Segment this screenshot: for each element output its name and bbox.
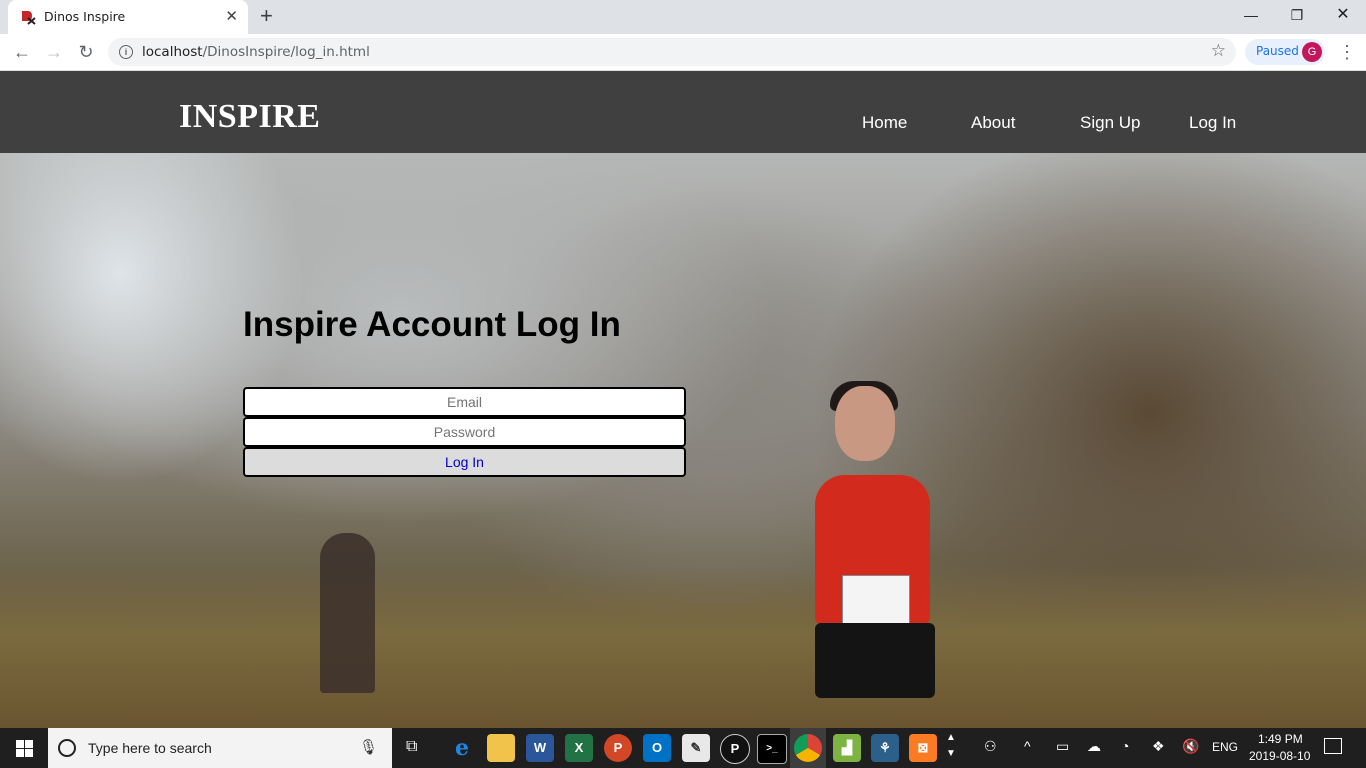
taskbar-search[interactable]: Type here to search 🎙 [48, 728, 392, 768]
avatar: G [1302, 42, 1322, 62]
back-icon[interactable]: ← [10, 40, 34, 64]
browser-toolbar: ← → ↻ i localhost/DinosInspire/log_in.ht… [0, 34, 1366, 71]
close-window-icon[interactable]: ✕ [1320, 0, 1366, 32]
show-hidden-icons-icon[interactable]: ^ [1024, 738, 1031, 754]
close-tab-icon[interactable]: ✕ [225, 8, 238, 26]
xampp-icon[interactable]: ⊠ [909, 734, 937, 762]
info-icon[interactable]: i [119, 45, 133, 59]
people-icon[interactable]: ⚇ [984, 738, 997, 755]
web-page: INSPIRE Home About Sign Up Log In Inspir… [0, 71, 1366, 728]
clock-date[interactable]: 2019-08-10 [1249, 749, 1310, 763]
task-view-icon[interactable]: ⧉ [406, 738, 417, 756]
taskbar-scroll-icon[interactable]: ▲ ▼ [946, 730, 956, 762]
runner-head [835, 386, 895, 461]
clock-time[interactable]: 1:49 PM [1258, 732, 1303, 746]
windows-start-icon[interactable] [0, 728, 48, 768]
tab-strip: Dinos Inspire ✕ + — ❐ ✕ [0, 0, 1366, 34]
nav-about[interactable]: About [971, 113, 1015, 133]
notifications-icon[interactable] [1324, 738, 1342, 754]
menu-icon[interactable]: ⋮ [1338, 40, 1356, 64]
nav-home[interactable]: Home [862, 113, 907, 133]
cortana-icon [58, 739, 76, 757]
file-explorer-icon[interactable] [487, 734, 515, 762]
chart-app-icon[interactable]: ▟ [833, 734, 861, 762]
forward-icon[interactable]: → [42, 40, 66, 64]
volume-muted-icon[interactable]: 🔇 [1182, 738, 1199, 755]
minimize-icon[interactable]: — [1228, 0, 1274, 32]
acrobat-icon[interactable]: ✎ [682, 734, 710, 762]
site-favicon-icon [22, 11, 36, 25]
word-icon[interactable]: W [526, 734, 554, 762]
email-field[interactable] [243, 387, 686, 417]
url-text: localhost/DinosInspire/log_in.html [142, 44, 370, 60]
profile-button[interactable]: Paused G [1245, 39, 1325, 65]
wifi-icon[interactable]: ◔ [1121, 738, 1129, 754]
new-tab-icon[interactable]: + [260, 5, 273, 27]
onedrive-icon[interactable]: ☁ [1087, 738, 1101, 755]
site-logo[interactable]: INSPIRE [179, 98, 320, 136]
outlook-icon[interactable]: O [643, 734, 671, 762]
browser-tab[interactable]: Dinos Inspire ✕ [8, 0, 248, 34]
url-path: /DinosInspire/log_in.html [202, 44, 370, 60]
nav-log-in[interactable]: Log In [1189, 113, 1236, 133]
star-icon[interactable]: ☆ [1211, 41, 1226, 61]
nav-sign-up[interactable]: Sign Up [1080, 113, 1140, 133]
hero-background-image: Inspire Account Log In Log In [0, 153, 1366, 728]
profile-status: Paused [1256, 44, 1299, 58]
grass-field [0, 568, 1366, 728]
address-bar[interactable]: i localhost/DinosInspire/log_in.html ☆ [108, 38, 1236, 66]
tab-title: Dinos Inspire [44, 9, 126, 24]
login-title: Inspire Account Log In [243, 305, 621, 344]
battery-icon[interactable]: ▭ [1056, 738, 1069, 755]
microphone-icon[interactable]: 🎙 [359, 738, 378, 756]
race-bib [842, 575, 910, 629]
site-header: INSPIRE Home About Sign Up Log In [0, 71, 1366, 153]
log-in-button[interactable]: Log In [243, 447, 686, 477]
powerpoint-icon[interactable]: P [604, 734, 632, 762]
language-indicator[interactable]: ENG [1212, 740, 1238, 754]
workbench-icon[interactable]: ⚘ [871, 734, 899, 762]
maximize-icon[interactable]: ❐ [1274, 0, 1320, 32]
background-runner [320, 533, 375, 693]
taskbar-search-placeholder: Type here to search [88, 740, 212, 756]
runner-shorts [815, 623, 935, 698]
edge-icon[interactable]: e [448, 734, 476, 762]
terminal-icon[interactable]: >_ [757, 734, 787, 764]
app-icon[interactable]: P [720, 734, 750, 764]
url-host: localhost [142, 44, 203, 60]
taskbar: Type here to search 🎙 ⧉ e W X P O ✎ P >_… [0, 728, 1366, 768]
dropbox-icon[interactable]: ❖ [1152, 738, 1165, 755]
reload-icon[interactable]: ↻ [74, 40, 98, 64]
password-field[interactable] [243, 417, 686, 447]
chrome-icon[interactable] [794, 734, 822, 762]
excel-icon[interactable]: X [565, 734, 593, 762]
